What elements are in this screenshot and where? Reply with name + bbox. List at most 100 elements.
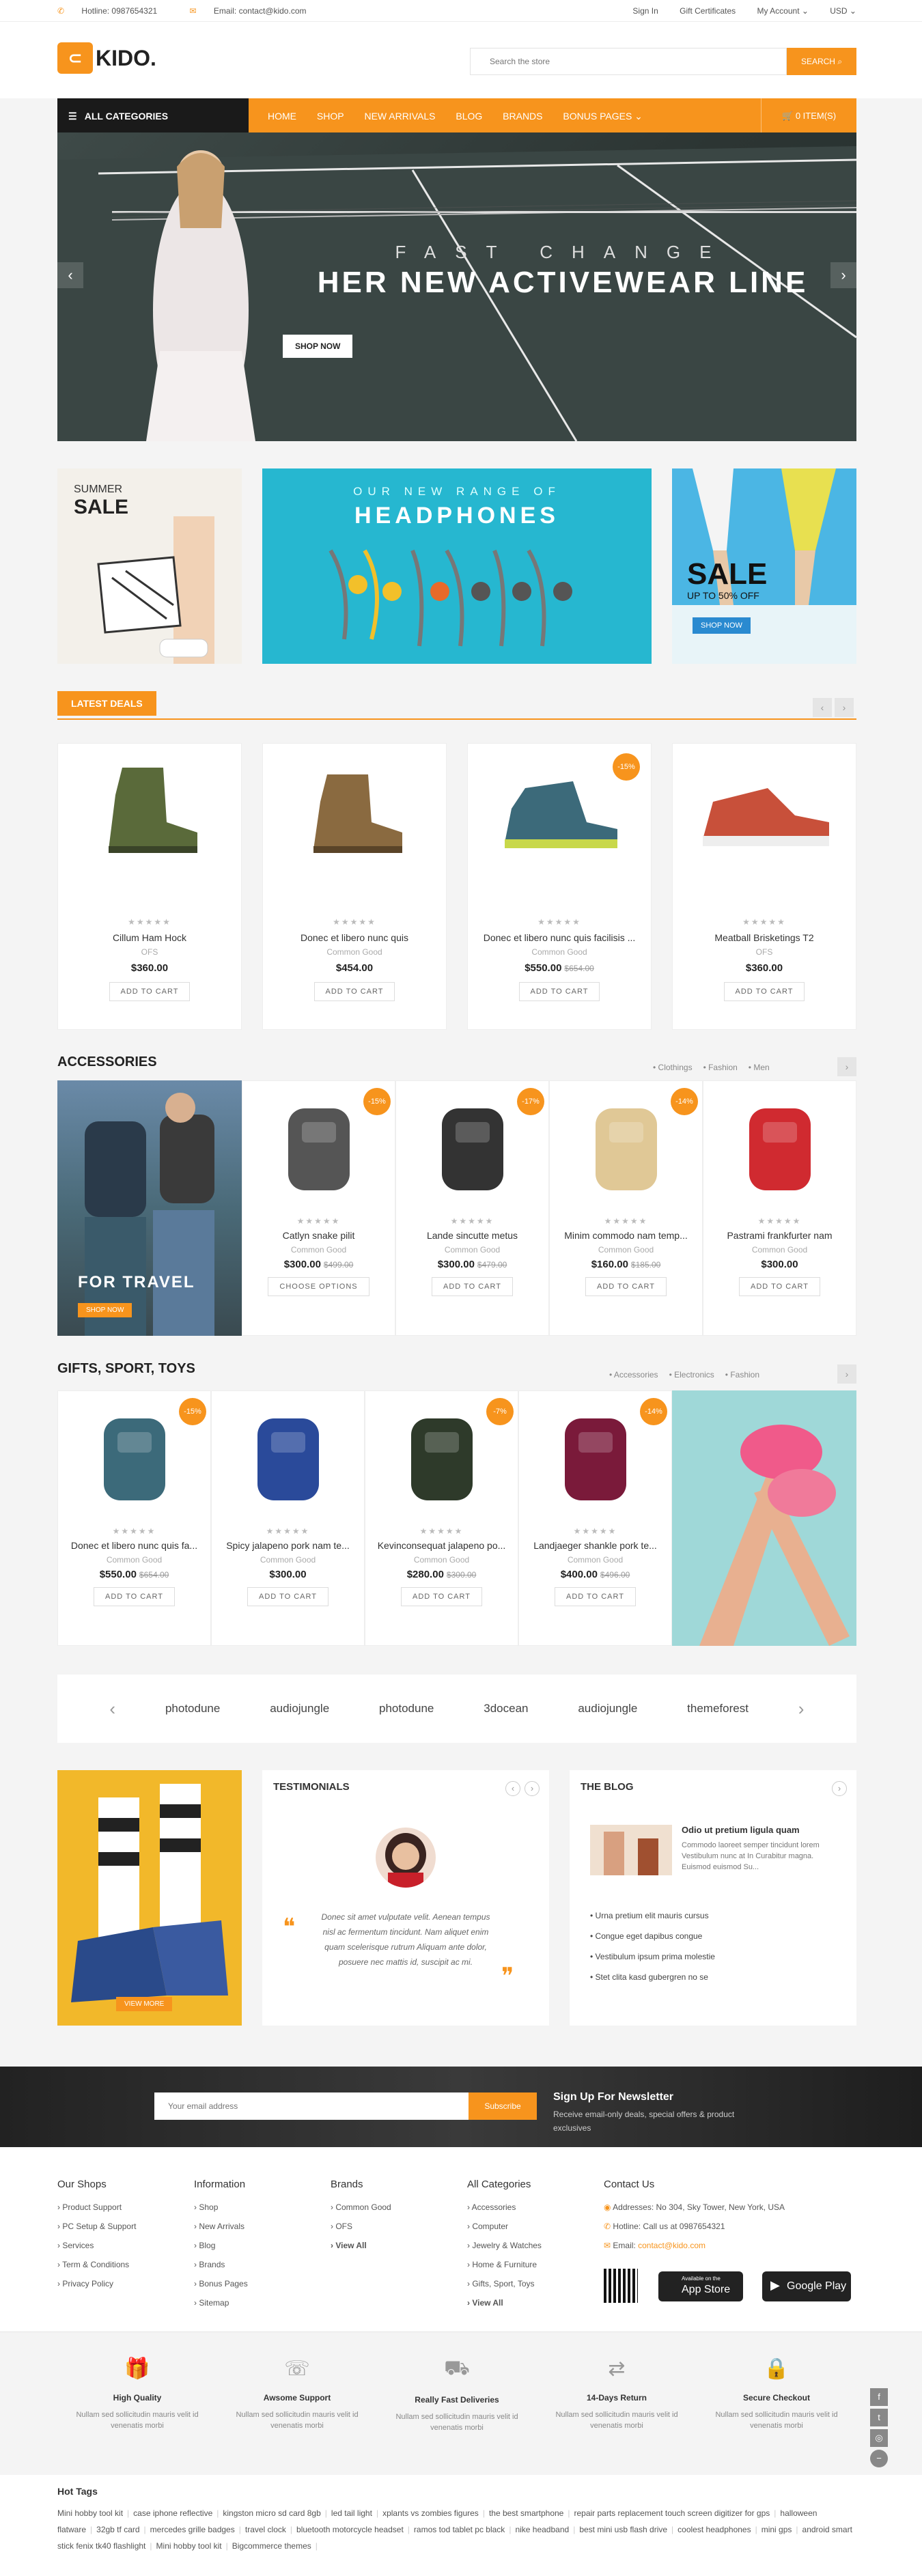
product-card[interactable]: -7% ★★★★★ Kevinconsequat jalapeno po... …: [365, 1390, 518, 1646]
product-name[interactable]: Minim commodo nam temp...: [550, 1230, 702, 1241]
footer-link[interactable]: › Common Good: [331, 2202, 391, 2212]
tag-men[interactable]: • Men: [749, 1063, 770, 1072]
product-image[interactable]: [58, 751, 241, 867]
brand-logo[interactable]: photodune: [379, 1702, 434, 1716]
footer-link[interactable]: › Computer: [467, 2222, 542, 2231]
product-image[interactable]: [550, 1088, 702, 1204]
product-brand[interactable]: Common Good: [263, 947, 446, 957]
product-brand[interactable]: OFS: [673, 947, 856, 957]
hot-tag[interactable]: the best smartphone: [489, 2508, 563, 2518]
tag-electronics[interactable]: • Electronics: [669, 1370, 714, 1380]
blog-list-item[interactable]: • Vestibulum ipsum prima molestie: [590, 1952, 836, 1961]
product-name[interactable]: Landjaeger shankle pork te...: [519, 1540, 671, 1551]
product-card[interactable]: -15% ★★★★★ Donec et libero nunc quis fa.…: [57, 1390, 211, 1646]
latest-next[interactable]: ›: [835, 698, 854, 717]
shoes-promo[interactable]: VIEW MORE: [57, 1770, 242, 2026]
product-card[interactable]: ★★★★★ Donec et libero nunc quis Common G…: [262, 743, 447, 1030]
add-to-cart-button[interactable]: ADD TO CART: [432, 1277, 513, 1296]
add-to-cart-button[interactable]: ADD TO CART: [401, 1587, 482, 1606]
add-to-cart-button[interactable]: ADD TO CART: [247, 1587, 329, 1606]
account-menu[interactable]: My Account ⌄: [757, 6, 809, 16]
product-card[interactable]: -15% ★★★★★ Catlyn snake pilit Common Goo…: [242, 1080, 395, 1336]
hot-tag[interactable]: best mini usb flash drive: [579, 2525, 667, 2534]
footer-link[interactable]: › Jewelry & Watches: [467, 2241, 542, 2250]
product-image[interactable]: [58, 1398, 210, 1514]
product-brand[interactable]: OFS: [58, 947, 241, 957]
subscribe-button[interactable]: Subscribe: [469, 2092, 537, 2120]
app-store-badge[interactable]: Available on the App Store: [658, 2271, 743, 2301]
footer-link[interactable]: › Shop: [194, 2202, 248, 2212]
footer-link[interactable]: › Accessories: [467, 2202, 542, 2212]
add-to-cart-button[interactable]: ADD TO CART: [94, 1587, 175, 1606]
product-brand[interactable]: Common Good: [519, 1555, 671, 1565]
sneaker-promo[interactable]: [672, 1390, 856, 1646]
newsletter-email-input[interactable]: [154, 2092, 469, 2120]
product-card[interactable]: ★★★★★ Meatball Brisketings T2 OFS $360.0…: [672, 743, 856, 1030]
product-image[interactable]: [242, 1088, 395, 1204]
blog-next[interactable]: ›: [832, 1781, 847, 1796]
product-card[interactable]: -17% ★★★★★ Lande sincutte metus Common G…: [395, 1080, 549, 1336]
blog-list-item[interactable]: • Urna pretium elit mauris cursus: [590, 1911, 836, 1920]
product-name[interactable]: Donec et libero nunc quis facilisis ...: [468, 932, 651, 943]
product-name[interactable]: Lande sincutte metus: [396, 1230, 548, 1241]
hot-tag[interactable]: case iphone reflective: [133, 2508, 212, 2518]
product-card[interactable]: -14% ★★★★★ Minim commodo nam temp... Com…: [549, 1080, 703, 1336]
hot-tag[interactable]: kingston micro sd card 8gb: [223, 2508, 320, 2518]
footer-link[interactable]: › View All: [467, 2298, 542, 2308]
nav-item-brands[interactable]: BRANDS: [503, 111, 542, 122]
product-brand[interactable]: Common Good: [396, 1245, 548, 1255]
footer-link[interactable]: › OFS: [331, 2222, 391, 2231]
product-brand[interactable]: Common Good: [365, 1555, 518, 1565]
hot-tag[interactable]: travel clock: [245, 2525, 286, 2534]
brand-logo[interactable]: audiojungle: [270, 1702, 329, 1716]
footer-link[interactable]: › Term & Conditions: [57, 2260, 136, 2269]
brand-logo[interactable]: photodune: [165, 1702, 220, 1716]
product-name[interactable]: Catlyn snake pilit: [242, 1230, 395, 1241]
testimonials-next[interactable]: ›: [525, 1781, 540, 1796]
footer-link[interactable]: › View All: [331, 2241, 391, 2250]
google-play-badge[interactable]: ▶ Google Play: [762, 2271, 851, 2301]
search-button[interactable]: SEARCH ⌕: [787, 48, 856, 75]
blog-list-item[interactable]: • Stet clita kasd gubergren no se: [590, 1972, 836, 1982]
blog-post-title[interactable]: Odio ut pretium ligula quam: [682, 1825, 800, 1835]
banner-headphones[interactable]: OUR NEW RANGE OF HEADPHONES: [262, 468, 652, 664]
cart-button[interactable]: 🛒 0 ITEM(S): [761, 98, 856, 132]
currency-selector[interactable]: USD ⌄: [830, 6, 856, 16]
footer-link[interactable]: › Blog: [194, 2241, 248, 2250]
product-name[interactable]: Donec et libero nunc quis: [263, 932, 446, 943]
logos-next[interactable]: ›: [798, 1698, 805, 1720]
hero-prev-arrow[interactable]: ‹: [57, 262, 83, 288]
footer-link[interactable]: › Sitemap: [194, 2298, 248, 2308]
tag-clothings[interactable]: • Clothings: [653, 1063, 693, 1072]
hot-tag[interactable]: ramos tod tablet pc black: [414, 2525, 505, 2534]
accessories-next[interactable]: ›: [837, 1057, 856, 1076]
instagram-icon[interactable]: ◎: [870, 2429, 888, 2447]
gifts-next[interactable]: ›: [837, 1364, 856, 1384]
product-image[interactable]: [519, 1398, 671, 1514]
hot-tag[interactable]: Mini hobby tool kit: [156, 2541, 222, 2551]
nav-item-blog[interactable]: BLOG: [456, 111, 482, 122]
product-brand[interactable]: Common Good: [703, 1245, 856, 1255]
minus-icon[interactable]: −: [870, 2450, 888, 2467]
add-to-cart-button[interactable]: ADD TO CART: [109, 982, 191, 1001]
brand-logo[interactable]: themeforest: [687, 1702, 749, 1716]
blog-list-item[interactable]: • Congue eget dapibus congue: [590, 1931, 836, 1941]
product-name[interactable]: Spicy jalapeno pork nam te...: [212, 1540, 364, 1551]
facebook-icon[interactable]: f: [870, 2388, 888, 2406]
footer-link[interactable]: › Bonus Pages: [194, 2279, 248, 2288]
tag-fashion[interactable]: • Fashion: [703, 1063, 738, 1072]
footer-link[interactable]: › Brands: [194, 2260, 248, 2269]
testimonials-prev[interactable]: ‹: [505, 1781, 520, 1796]
twitter-icon[interactable]: t: [870, 2409, 888, 2426]
product-image[interactable]: [468, 751, 651, 867]
nav-item-shop[interactable]: SHOP: [317, 111, 344, 122]
product-name[interactable]: Meatball Brisketings T2: [673, 932, 856, 943]
product-image[interactable]: [365, 1398, 518, 1514]
hot-tag[interactable]: Bigcommerce themes: [232, 2541, 311, 2551]
add-to-cart-button[interactable]: ADD TO CART: [585, 1277, 667, 1296]
product-image[interactable]: [212, 1398, 364, 1514]
footer-link[interactable]: › PC Setup & Support: [57, 2222, 136, 2231]
all-categories-button[interactable]: ☰ ALL CATEGORIES: [57, 98, 249, 132]
nav-item-new-arrivals[interactable]: NEW ARRIVALS: [364, 111, 435, 122]
contact-email-link[interactable]: contact@kido.com: [638, 2241, 706, 2250]
